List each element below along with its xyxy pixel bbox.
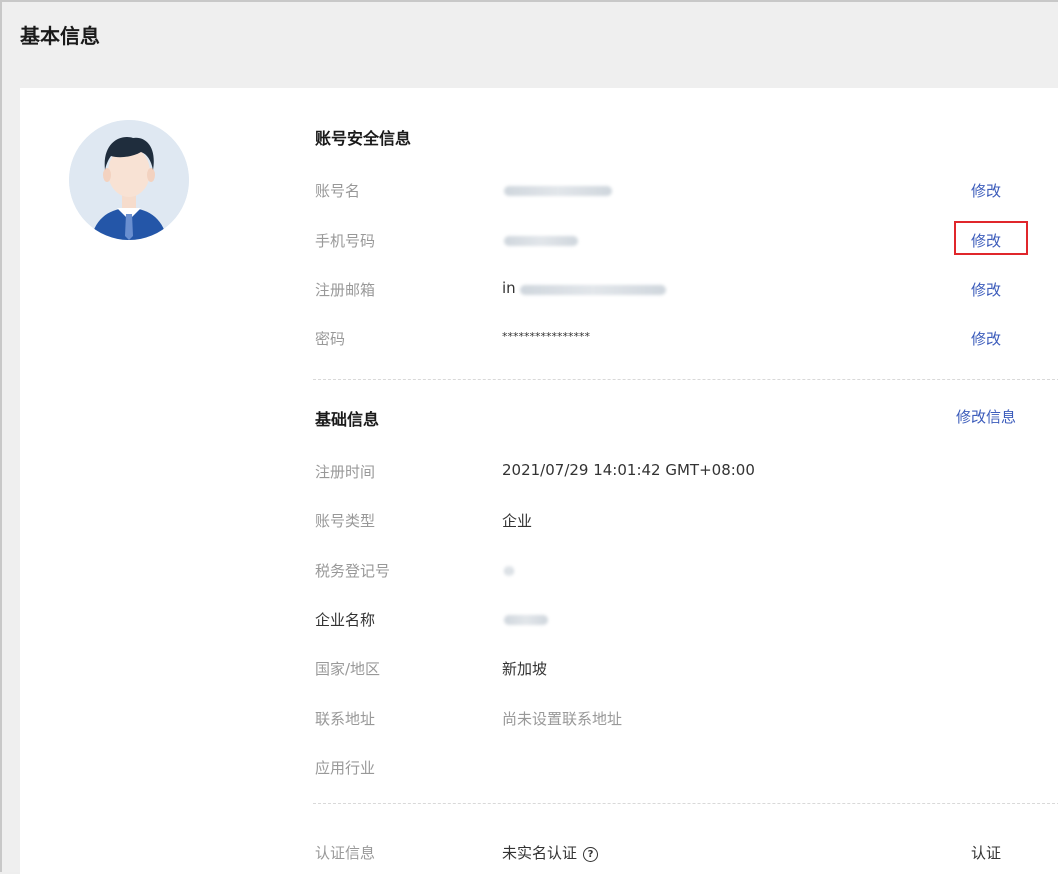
email-label: 注册邮箱 — [315, 281, 376, 299]
page-frame: 基本信息 账号安全信息 账号名 修改 手机号码 修改 注册邮箱 in 修改 密码… — [0, 0, 1058, 874]
phone-number-value-redacted — [504, 236, 578, 246]
password-label: 密码 — [315, 330, 346, 348]
section-divider — [313, 803, 1058, 804]
avatar — [69, 120, 189, 240]
email-value: in — [502, 279, 516, 297]
edit-info-link[interactable]: 修改信息 — [956, 406, 1016, 427]
certification-label: 认证信息 — [315, 844, 376, 862]
tax-id-value-redacted — [504, 566, 514, 576]
edit-email-link[interactable]: 修改 — [971, 279, 1001, 300]
security-section-title: 账号安全信息 — [315, 129, 412, 148]
edit-phone-highlight-box — [954, 221, 1028, 255]
user-avatar-icon — [69, 120, 189, 240]
account-type-label: 账号类型 — [315, 512, 376, 530]
tax-id-label: 税务登记号 — [315, 562, 391, 580]
page-title: 基本信息 — [20, 24, 100, 48]
certification-status: 未实名认证? — [502, 842, 599, 863]
account-name-label: 账号名 — [315, 182, 361, 200]
company-name-label: 企业名称 — [315, 611, 376, 629]
country-region-label: 国家/地区 — [315, 660, 381, 678]
section-divider — [313, 379, 1058, 380]
edit-password-link[interactable]: 修改 — [971, 328, 1001, 349]
industry-label: 应用行业 — [315, 759, 376, 777]
contact-address-label: 联系地址 — [315, 710, 376, 728]
phone-number-label: 手机号码 — [315, 232, 376, 250]
email-value-redacted — [520, 285, 666, 295]
edit-account-name-link[interactable]: 修改 — [971, 180, 1001, 201]
register-time-value: 2021/07/29 14:01:42 GMT+08:00 — [502, 461, 755, 479]
country-region-value: 新加坡 — [502, 660, 548, 678]
account-type-value: 企业 — [502, 512, 533, 530]
basic-info-card: 账号安全信息 账号名 修改 手机号码 修改 注册邮箱 in 修改 密码 ****… — [20, 88, 1058, 874]
password-value: **************** — [502, 330, 590, 343]
certify-link[interactable]: 认证 — [971, 842, 1001, 863]
register-time-label: 注册时间 — [315, 463, 376, 481]
account-name-value-redacted — [504, 186, 612, 196]
contact-address-value: 尚未设置联系地址 — [502, 710, 623, 728]
certification-value: 未实名认证 — [502, 844, 578, 862]
company-name-value-redacted — [504, 615, 548, 625]
question-circle-icon[interactable]: ? — [583, 847, 599, 862]
basic-section-title: 基础信息 — [315, 410, 380, 429]
